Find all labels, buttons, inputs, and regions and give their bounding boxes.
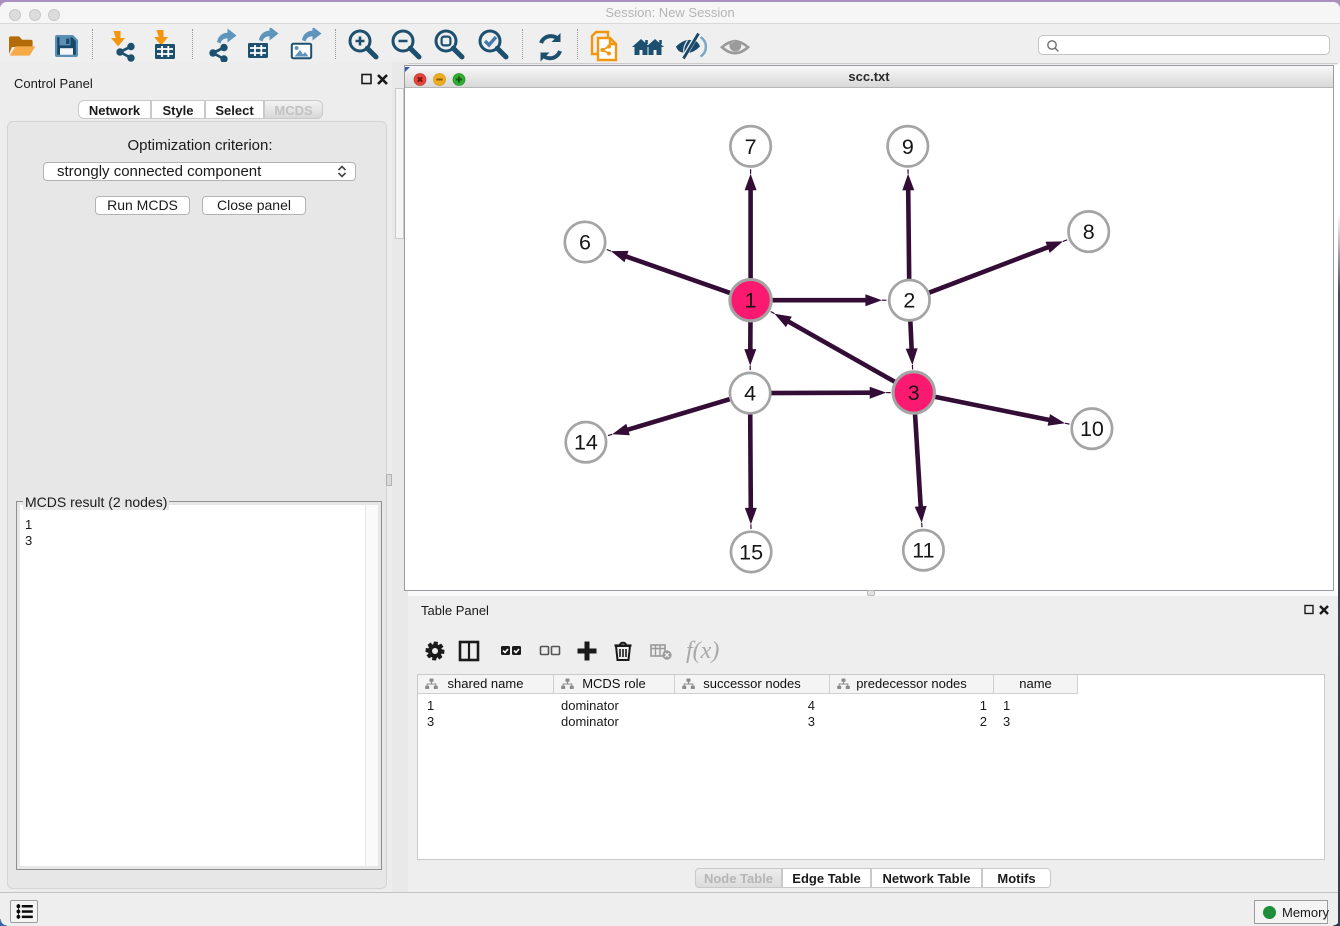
- svg-text:10: 10: [1080, 417, 1104, 441]
- svg-text:4: 4: [744, 382, 756, 406]
- svg-text:6: 6: [579, 231, 591, 255]
- svg-text:1: 1: [745, 289, 757, 313]
- svg-text:11: 11: [912, 539, 934, 563]
- svg-text:9: 9: [902, 135, 914, 159]
- svg-text:3: 3: [908, 381, 920, 405]
- svg-text:2: 2: [903, 289, 915, 313]
- svg-text:8: 8: [1083, 220, 1095, 244]
- svg-text:7: 7: [745, 135, 757, 159]
- svg-text:15: 15: [739, 540, 763, 564]
- svg-text:14: 14: [574, 431, 598, 455]
